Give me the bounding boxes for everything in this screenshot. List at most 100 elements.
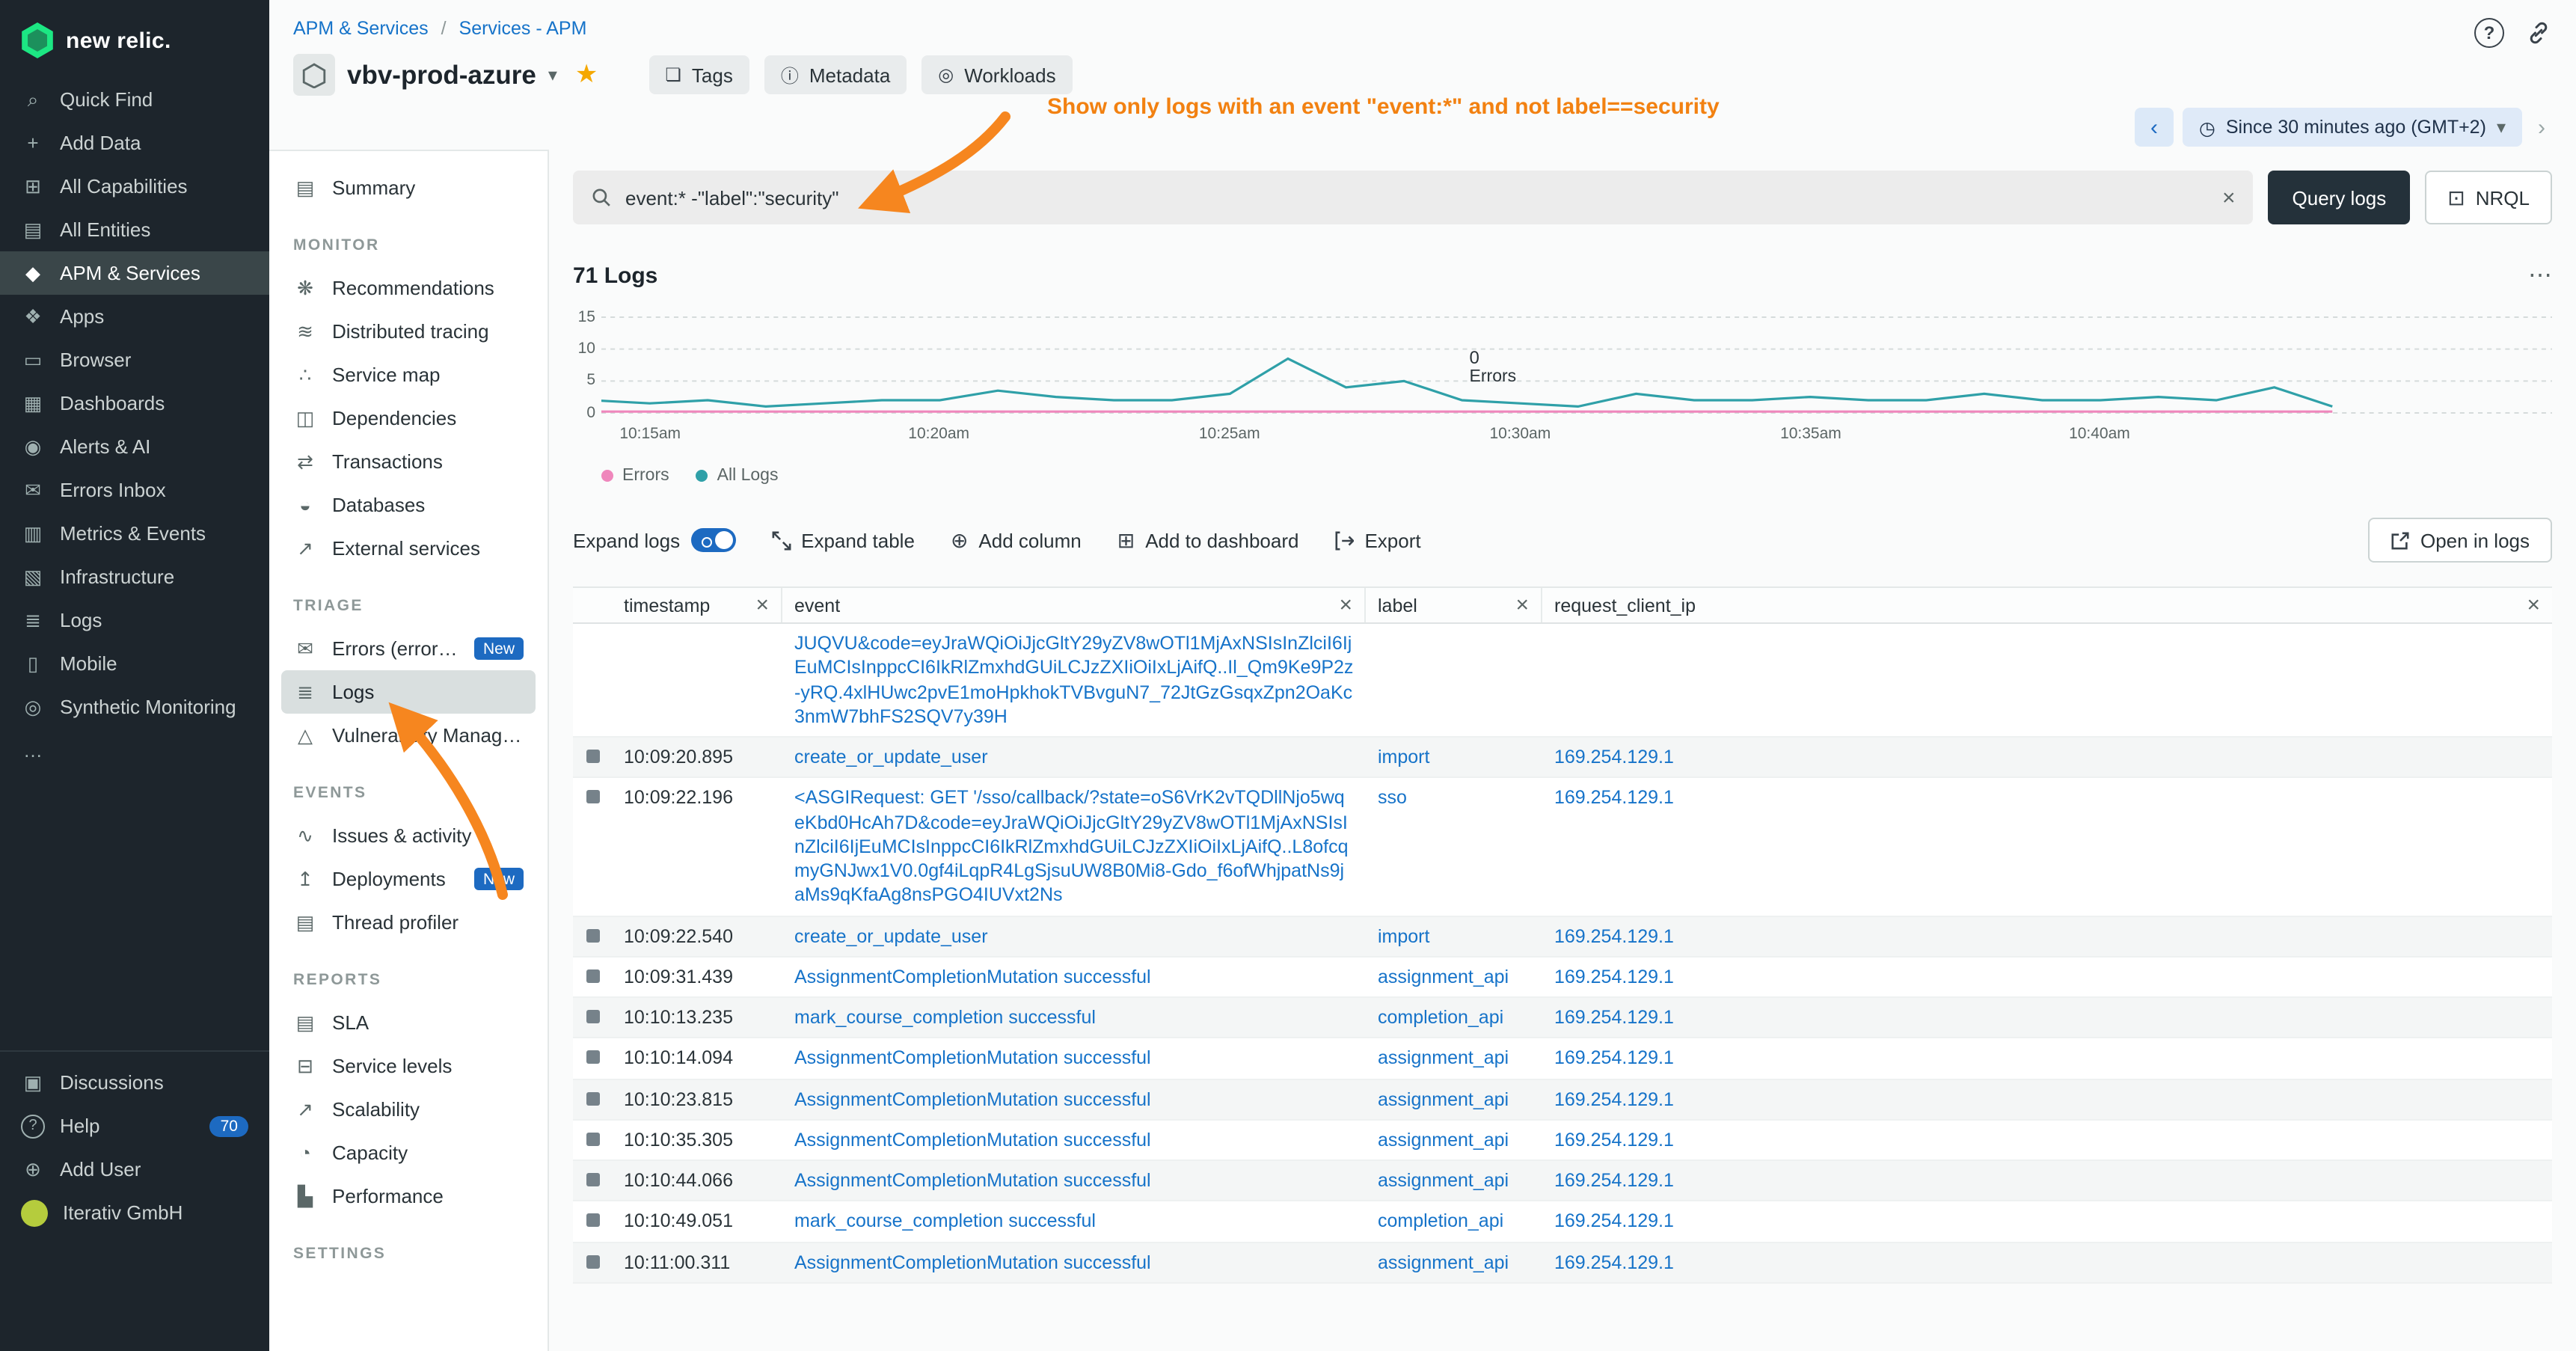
subnav-item[interactable]: △ Vulnerability Management bbox=[281, 714, 536, 757]
time-range-selector[interactable]: ◷ Since 30 minutes ago (GMT+2) ▾ bbox=[2183, 108, 2522, 147]
cell-event-link[interactable]: AssignmentCompletionMutation successful bbox=[794, 1252, 1151, 1272]
cell-ip-link[interactable]: 169.254.129.1 bbox=[1554, 1252, 1674, 1272]
sidebar-item[interactable]: ▥ Metrics & Events bbox=[0, 512, 269, 555]
entity-header-pill[interactable]: ❏ Tags bbox=[648, 55, 749, 94]
sidebar-item[interactable]: ▧ Infrastructure bbox=[0, 555, 269, 598]
subnav-item[interactable]: ≣ Logs bbox=[281, 670, 536, 714]
open-in-logs-button[interactable]: Open in logs bbox=[2368, 518, 2552, 563]
column-header-label[interactable]: label × bbox=[1366, 588, 1542, 622]
cell-event-link[interactable]: mark_course_completion successful bbox=[794, 1007, 1096, 1028]
cell-label-link[interactable]: assignment_api bbox=[1378, 1048, 1509, 1069]
subnav-item[interactable]: ∴ Service map bbox=[281, 353, 536, 396]
cell-label-link[interactable]: sso bbox=[1378, 788, 1407, 809]
entity-header-pill[interactable]: ◎ Workloads bbox=[921, 55, 1072, 94]
subnav-item[interactable]: ▤ Summary bbox=[281, 166, 536, 209]
subnav-item[interactable]: ✉ Errors (errors inb... New bbox=[281, 627, 536, 670]
cell-ip-link[interactable]: 169.254.129.1 bbox=[1554, 1211, 1674, 1232]
column-header-timestamp[interactable]: timestamp × bbox=[612, 588, 782, 622]
sidebar-item-account[interactable]: Iterativ GmbH bbox=[0, 1191, 269, 1234]
column-header-request-client-ip[interactable]: request_client_ip × bbox=[1542, 588, 2552, 622]
expand-row-icon[interactable] bbox=[586, 791, 600, 804]
subnav-item[interactable]: ↗ Scalability bbox=[281, 1088, 536, 1131]
time-prev-icon[interactable]: ‹ bbox=[2135, 108, 2174, 147]
table-row[interactable]: 10:10:49.051 mark_course_completion succ… bbox=[573, 1202, 2552, 1243]
table-row[interactable]: 10:10:44.066 AssignmentCompletionMutatio… bbox=[573, 1161, 2552, 1202]
cell-label-link[interactable]: import bbox=[1378, 747, 1429, 768]
remove-column-icon[interactable]: × bbox=[2527, 592, 2540, 618]
table-row[interactable]: 10:09:20.895 create_or_update_user impor… bbox=[573, 738, 2552, 779]
sidebar-item-add-user[interactable]: ⊕ Add User bbox=[0, 1148, 269, 1191]
subnav-item[interactable]: ↗ External services bbox=[281, 527, 536, 570]
cell-label-link[interactable]: assignment_api bbox=[1378, 966, 1509, 987]
expand-row-icon[interactable] bbox=[586, 1091, 600, 1105]
table-row[interactable]: 10:11:00.311 AssignmentCompletionMutatio… bbox=[573, 1243, 2552, 1284]
legend-errors[interactable]: Errors bbox=[601, 467, 669, 485]
permalink-icon[interactable] bbox=[2525, 19, 2552, 46]
remove-column-icon[interactable]: × bbox=[755, 592, 769, 618]
cell-label-link[interactable]: import bbox=[1378, 925, 1429, 946]
cell-label-link[interactable]: assignment_api bbox=[1378, 1130, 1509, 1151]
cell-event-link[interactable]: AssignmentCompletionMutation successful bbox=[794, 966, 1151, 987]
table-row[interactable]: 10:10:23.815 AssignmentCompletionMutatio… bbox=[573, 1079, 2552, 1121]
cell-label-link[interactable]: completion_api bbox=[1378, 1007, 1503, 1028]
sidebar-item[interactable]: ❖ Apps bbox=[0, 295, 269, 338]
chart-menu-icon[interactable]: ⋯ bbox=[2528, 260, 2552, 290]
table-row[interactable]: 10:09:22.540 create_or_update_user impor… bbox=[573, 916, 2552, 958]
cell-event-link[interactable]: JUQVU&code=eyJraWQiOiJjcGltY29yZV8wOTl1M… bbox=[794, 633, 1353, 727]
chart-canvas[interactable] bbox=[601, 311, 2552, 443]
remove-column-icon[interactable]: × bbox=[1515, 592, 1529, 618]
expand-row-icon[interactable] bbox=[586, 1214, 600, 1228]
query-logs-button[interactable]: Query logs bbox=[2269, 171, 2411, 224]
expand-row-icon[interactable] bbox=[586, 1010, 600, 1023]
cell-ip-link[interactable]: 169.254.129.1 bbox=[1554, 747, 1674, 768]
sidebar-item[interactable]: ⊞ All Capabilities bbox=[0, 165, 269, 208]
cell-event-link[interactable]: AssignmentCompletionMutation successful bbox=[794, 1130, 1151, 1151]
table-row[interactable]: JUQVU&code=eyJraWQiOiJjcGltY29yZV8wOTl1M… bbox=[573, 624, 2552, 738]
subnav-item[interactable]: ⊟ Service levels bbox=[281, 1044, 536, 1088]
subnav-item[interactable]: ↥ Deployments New bbox=[281, 857, 536, 901]
cell-ip-link[interactable]: 169.254.129.1 bbox=[1554, 1170, 1674, 1191]
cell-event-link[interactable]: AssignmentCompletionMutation successful bbox=[794, 1088, 1151, 1109]
logs-search-input[interactable]: event:* -"label":"security" × bbox=[573, 171, 2254, 224]
sidebar-item[interactable]: ▦ Dashboards bbox=[0, 382, 269, 425]
expand-row-icon[interactable] bbox=[586, 1173, 600, 1186]
expand-row-icon[interactable] bbox=[586, 1254, 600, 1268]
export-button[interactable]: Export bbox=[1334, 529, 1420, 551]
sidebar-item[interactable]: … bbox=[0, 729, 269, 772]
sidebar-item[interactable]: ⌕ Quick Find bbox=[0, 78, 269, 121]
sidebar-item[interactable]: + Add Data bbox=[0, 121, 269, 165]
column-header-event[interactable]: event × bbox=[782, 588, 1366, 622]
table-row[interactable]: 10:10:14.094 AssignmentCompletionMutatio… bbox=[573, 1039, 2552, 1080]
cell-ip-link[interactable]: 169.254.129.1 bbox=[1554, 925, 1674, 946]
cell-event-link[interactable]: <ASGIRequest: GET '/sso/callback/?state=… bbox=[794, 788, 1349, 906]
sidebar-item[interactable]: ◉ Alerts & AI bbox=[0, 425, 269, 468]
subnav-item[interactable]: ▤ Thread profiler bbox=[281, 901, 536, 944]
remove-column-icon[interactable]: × bbox=[1339, 592, 1352, 618]
sidebar-item-discussions[interactable]: ▣ Discussions bbox=[0, 1061, 269, 1104]
favorite-star-icon[interactable]: ★ bbox=[575, 60, 598, 90]
subnav-item[interactable]: ◒ Databases bbox=[281, 483, 536, 527]
nrql-button[interactable]: ⊡ NRQL bbox=[2425, 171, 2552, 224]
cell-ip-link[interactable]: 169.254.129.1 bbox=[1554, 1088, 1674, 1109]
cell-ip-link[interactable]: 169.254.129.1 bbox=[1554, 1007, 1674, 1028]
cell-event-link[interactable]: mark_course_completion successful bbox=[794, 1211, 1096, 1232]
newrelic-logo[interactable]: new relic. bbox=[0, 0, 269, 78]
legend-all-logs[interactable]: All Logs bbox=[696, 467, 779, 485]
sidebar-item[interactable]: ◎ Synthetic Monitoring bbox=[0, 685, 269, 729]
sidebar-item[interactable]: ✉ Errors Inbox bbox=[0, 468, 269, 512]
expand-table-button[interactable]: Expand table bbox=[771, 529, 915, 551]
time-next-icon[interactable]: › bbox=[2531, 114, 2552, 140]
expand-logs-toggle[interactable]: Expand logs bbox=[573, 528, 735, 552]
expand-row-icon[interactable] bbox=[586, 969, 600, 983]
help-circle-icon[interactable]: ? bbox=[2474, 18, 2504, 48]
subnav-item[interactable]: ◫ Dependencies bbox=[281, 396, 536, 440]
subnav-item[interactable]: ⇄ Transactions bbox=[281, 440, 536, 483]
expand-row-icon[interactable] bbox=[586, 928, 600, 942]
cell-event-link[interactable]: AssignmentCompletionMutation successful bbox=[794, 1048, 1151, 1069]
table-row[interactable]: 10:10:13.235 mark_course_completion succ… bbox=[573, 998, 2552, 1039]
add-column-button[interactable]: ⊕ Add column bbox=[951, 527, 1082, 553]
cell-ip-link[interactable]: 169.254.129.1 bbox=[1554, 1130, 1674, 1151]
toggle-on-icon[interactable] bbox=[690, 528, 735, 552]
cell-label-link[interactable]: assignment_api bbox=[1378, 1252, 1509, 1272]
subnav-item[interactable]: ▙ Performance bbox=[281, 1174, 536, 1218]
